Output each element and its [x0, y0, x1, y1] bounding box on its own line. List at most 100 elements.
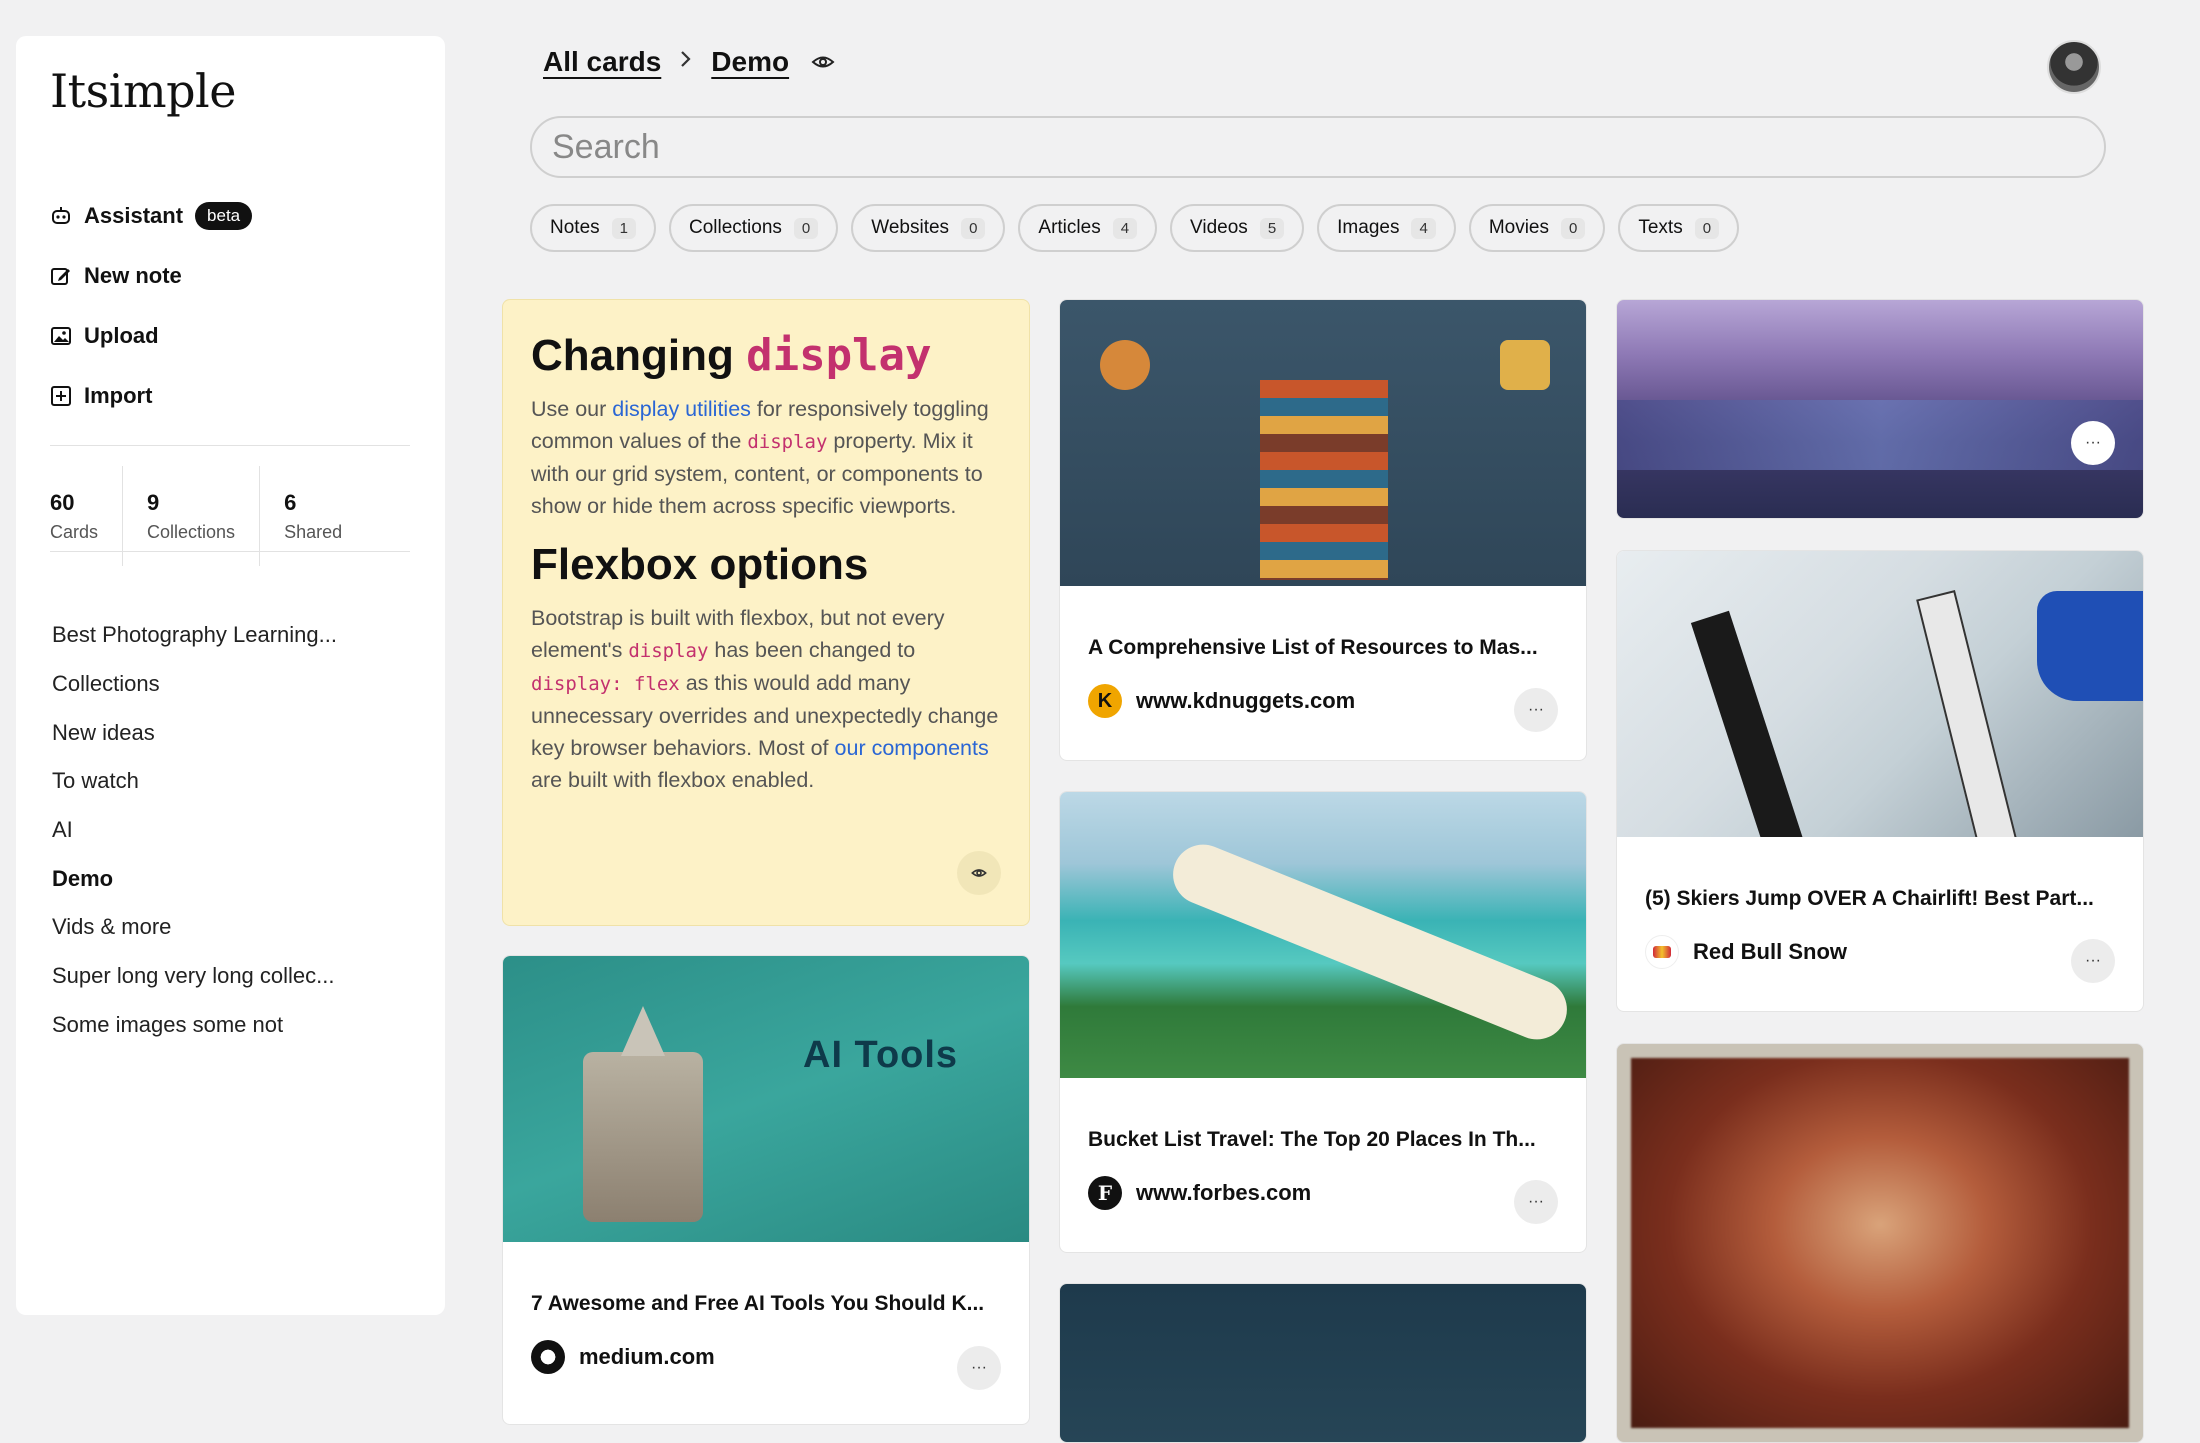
collection-item-active[interactable]: Demo	[52, 854, 337, 903]
card-source-label: Red Bull Snow	[1693, 939, 1847, 964]
card-ai-tools[interactable]: AI Tools 7 Awesome and Free AI Tools You…	[502, 955, 1030, 1425]
filter-texts[interactable]: Texts 0	[1618, 204, 1740, 252]
card-image	[1060, 792, 1586, 1078]
lake-band	[1617, 400, 2143, 470]
eye-icon	[971, 869, 987, 877]
note-view-button[interactable]	[957, 851, 1001, 895]
sidebar: Itsimple Assistant beta New note Upload	[16, 36, 445, 1315]
kdnuggets-favicon-icon: K	[1088, 684, 1122, 718]
breadcrumb-all-cards[interactable]: All cards	[543, 46, 661, 78]
filter-chips: Notes 1 Collections 0 Websites 0 Articles 4 …	[530, 204, 1752, 252]
filter-articles[interactable]: Articles 4	[1018, 204, 1158, 252]
decorative-square	[1500, 340, 1550, 390]
forbes-favicon-icon: F	[1088, 1176, 1122, 1210]
collection-item[interactable]: To watch	[52, 757, 337, 806]
card-more-button[interactable]: ···	[1514, 1180, 1558, 1224]
filter-videos[interactable]: Videos 5	[1170, 204, 1305, 252]
collection-item[interactable]: Vids & more	[52, 903, 337, 952]
card-image-landscape[interactable]: ···	[1616, 299, 2144, 519]
book-stack	[1260, 380, 1388, 580]
collection-list: Best Photography Learning... Collections…	[52, 611, 337, 1049]
filter-websites[interactable]: Websites 0	[851, 204, 1006, 252]
assistant-icon	[50, 205, 72, 227]
card-kdnuggets[interactable]: A Comprehensive List of Resources to Mas…	[1059, 299, 1587, 761]
stat-shared-label: Shared	[284, 521, 343, 542]
card-source[interactable]: medium.com	[531, 1340, 1001, 1374]
card-image-portrait[interactable]	[1616, 1043, 2144, 1443]
note-link-display-utilities[interactable]: display utilities	[612, 397, 751, 421]
chip-count: 1	[611, 217, 636, 239]
sidebar-divider-top	[50, 445, 410, 446]
collection-item[interactable]: New ideas	[52, 708, 337, 757]
filter-collections[interactable]: Collections 0	[668, 204, 839, 252]
decorative-circle	[1100, 340, 1150, 390]
card-more-button[interactable]: ···	[2071, 421, 2115, 465]
card-source-label: www.forbes.com	[1136, 1180, 1312, 1205]
note-paragraph-2: Bootstrap is built with flexbox, but not…	[531, 602, 1001, 796]
app-logo[interactable]: Itsimple	[50, 64, 236, 118]
stat-shared-value: 6	[284, 489, 297, 515]
chip-count: 0	[1561, 217, 1586, 239]
card-source[interactable]: Red Bull Snow	[1645, 935, 2115, 969]
ski-right	[1916, 590, 2018, 837]
nav-new-note-label: New note	[84, 263, 182, 288]
collection-item[interactable]: Super long very long collec...	[52, 952, 337, 1001]
chip-count: 0	[1694, 217, 1720, 239]
card-title[interactable]: Bucket List Travel: The Top 20 Places In…	[1088, 1128, 1558, 1152]
card-title[interactable]: A Comprehensive List of Resources to Mas…	[1088, 636, 1558, 660]
eye-icon[interactable]	[811, 53, 835, 71]
nav-new-note[interactable]: New note	[50, 246, 252, 306]
filter-notes[interactable]: Notes 1	[530, 204, 656, 252]
chip-label: Videos	[1190, 217, 1248, 238]
sidebar-nav: Assistant beta New note Upload Import	[50, 186, 253, 426]
card-forbes[interactable]: Bucket List Travel: The Top 20 Places In…	[1059, 791, 1587, 1253]
nav-upload[interactable]: Upload	[50, 306, 252, 366]
filter-images[interactable]: Images 4	[1317, 204, 1456, 252]
nav-upload-label: Upload	[84, 323, 159, 348]
edit-icon	[50, 265, 72, 287]
collection-item[interactable]: Best Photography Learning...	[52, 611, 337, 660]
card-source[interactable]: F www.forbes.com	[1088, 1176, 1558, 1210]
card-title[interactable]: 7 Awesome and Free AI Tools You Should K…	[531, 1292, 1001, 1316]
card-more-button[interactable]: ···	[957, 1346, 1001, 1390]
note-heading-1: Changing display	[531, 330, 1001, 381]
card-source[interactable]: K www.kdnuggets.com	[1088, 684, 1558, 718]
nav-assistant[interactable]: Assistant beta	[50, 186, 253, 246]
card-body: 7 Awesome and Free AI Tools You Should K…	[503, 1292, 1029, 1374]
stat-cards-value: 60	[50, 489, 75, 515]
collection-item[interactable]: Collections	[52, 660, 337, 709]
note-card[interactable]: Changing display Use our display utiliti…	[502, 299, 1030, 926]
card-more-button[interactable]: ···	[1514, 688, 1558, 732]
stat-cards-label: Cards	[50, 521, 99, 542]
note-code: display	[628, 640, 709, 662]
nav-assistant-label: Assistant	[84, 203, 184, 228]
card-image	[1060, 300, 1586, 586]
nav-import[interactable]: Import	[50, 366, 252, 426]
chip-label: Images	[1337, 217, 1400, 238]
note-text: Use our	[531, 397, 607, 421]
note-paragraph-1: Use our display utilities for responsive…	[531, 393, 1001, 522]
card-redbull[interactable]: (5) Skiers Jump OVER A Chairlift! Best P…	[1616, 550, 2144, 1012]
chip-count: 4	[1112, 217, 1138, 239]
note-h1-code: display	[746, 330, 932, 381]
card-more-button[interactable]: ···	[2071, 939, 2115, 983]
chip-label: Notes	[550, 217, 600, 238]
card-image-dark[interactable]	[1059, 1283, 1587, 1443]
search-input[interactable]	[530, 116, 2106, 178]
note-link-our-components[interactable]: our components	[835, 736, 989, 760]
chip-count: 0	[793, 217, 819, 239]
portrait-image	[1631, 1058, 2129, 1428]
breadcrumb-current[interactable]: Demo	[711, 46, 789, 78]
nav-import-label: Import	[84, 383, 153, 408]
card-source-label: medium.com	[579, 1344, 715, 1369]
collection-item[interactable]: AI	[52, 806, 337, 855]
card-title[interactable]: (5) Skiers Jump OVER A Chairlift! Best P…	[1645, 887, 2115, 911]
avatar[interactable]	[2047, 40, 2101, 94]
filter-movies[interactable]: Movies 0	[1468, 204, 1606, 252]
chip-label: Movies	[1488, 217, 1549, 238]
chip-count: 0	[961, 217, 986, 239]
note-h1-text: Changing	[531, 331, 734, 380]
image-icon	[50, 325, 72, 347]
collection-item[interactable]: Some images some not	[52, 1001, 337, 1050]
chip-label: Websites	[871, 217, 950, 238]
